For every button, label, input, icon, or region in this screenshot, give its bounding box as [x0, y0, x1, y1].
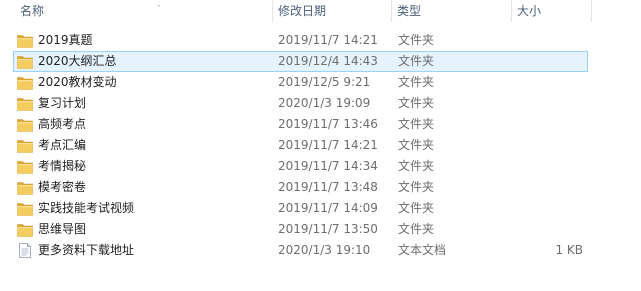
file-modified-date: 2020/1/3 19:09: [278, 96, 371, 110]
file-name: 2019真题: [38, 33, 93, 47]
file-modified-date: 2019/11/7 13:48: [278, 180, 378, 194]
folder-icon: [17, 33, 33, 48]
file-size: [520, 135, 583, 156]
folder-icon: [17, 180, 33, 195]
row-icon-cell: [17, 30, 35, 51]
file-row[interactable]: 考点汇编 2019/11/7 14:21 文件夹: [0, 135, 641, 156]
folder-icon: [17, 138, 33, 153]
folder-icon: [17, 201, 33, 216]
row-icon-cell: [17, 51, 35, 72]
folder-icon: [17, 222, 33, 237]
file-name: 考情揭秘: [38, 159, 87, 173]
file-type: 文件夹: [398, 222, 435, 236]
row-icon-cell: [17, 177, 35, 198]
file-modified-date: 2019/11/7 14:21: [278, 33, 378, 47]
file-size: 1 KB: [555, 243, 583, 257]
file-modified-date: 2019/11/7 13:46: [278, 117, 378, 131]
sort-arrow-icon: ⌃: [156, 4, 162, 12]
file-size: [520, 72, 583, 93]
text-file-icon: [17, 243, 33, 258]
file-size: [520, 198, 583, 219]
row-icon-cell: [17, 72, 35, 93]
row-icon-cell: [17, 198, 35, 219]
column-header-name[interactable]: 名称 ⌃: [14, 0, 272, 22]
file-type: 文件夹: [398, 159, 435, 173]
file-size: [520, 93, 583, 114]
file-name: 复习计划: [38, 96, 87, 110]
file-size: [520, 30, 583, 51]
folder-icon: [17, 75, 33, 90]
column-header-size[interactable]: 大小: [511, 0, 591, 22]
file-modified-date: 2019/11/7 14:09: [278, 201, 378, 215]
file-type: 文件夹: [398, 75, 435, 89]
file-size: [520, 219, 583, 240]
file-row[interactable]: 考情揭秘 2019/11/7 14:34 文件夹: [0, 156, 641, 177]
file-modified-date: 2019/12/4 14:43: [278, 54, 378, 68]
row-icon-cell: [17, 240, 35, 261]
file-type: 文件夹: [398, 138, 435, 152]
row-icon-cell: [17, 114, 35, 135]
file-size: [520, 114, 583, 135]
column-divider[interactable]: [591, 0, 592, 22]
column-header: 名称 ⌃ 修改日期 类型 大小: [0, 0, 641, 22]
file-type: 文件夹: [398, 96, 435, 110]
column-header-date-label: 修改日期: [278, 4, 327, 18]
row-icon-cell: [17, 219, 35, 240]
file-name: 2020大纲汇总: [38, 54, 117, 68]
file-name: 高频考点: [38, 117, 87, 131]
file-name: 思维导图: [38, 222, 87, 236]
file-row[interactable]: 思维导图 2019/11/7 13:50 文件夹: [0, 219, 641, 240]
file-row[interactable]: 实践技能考试视频 2019/11/7 14:09 文件夹: [0, 198, 641, 219]
row-icon-cell: [17, 93, 35, 114]
file-row[interactable]: 2019真题 2019/11/7 14:21 文件夹: [0, 30, 641, 51]
row-icon-cell: [17, 135, 35, 156]
folder-icon: [17, 117, 33, 132]
file-modified-date: 2020/1/3 19:10: [278, 243, 371, 257]
file-type: 文件夹: [398, 54, 435, 68]
column-header-size-label: 大小: [517, 4, 542, 18]
file-type: 文本文档: [398, 243, 447, 257]
file-name: 2020教材变动: [38, 75, 117, 89]
file-type: 文件夹: [398, 33, 435, 47]
file-name: 考点汇编: [38, 138, 87, 152]
file-list: 2019真题 2019/11/7 14:21 文件夹 2020大纲汇总 2019…: [0, 30, 641, 261]
file-row[interactable]: 2020教材变动 2019/12/5 9:21 文件夹: [0, 72, 641, 93]
file-row[interactable]: 高频考点 2019/11/7 13:46 文件夹: [0, 114, 641, 135]
file-type: 文件夹: [398, 117, 435, 131]
file-name: 模考密卷: [38, 180, 87, 194]
folder-icon: [17, 159, 33, 174]
file-row[interactable]: 复习计划 2020/1/3 19:09 文件夹: [0, 93, 641, 114]
file-type: 文件夹: [398, 180, 435, 194]
file-type: 文件夹: [398, 201, 435, 215]
folder-icon: [17, 96, 33, 111]
column-header-date[interactable]: 修改日期: [272, 0, 391, 22]
column-header-type[interactable]: 类型: [391, 0, 511, 22]
row-icon-cell: [17, 156, 35, 177]
file-explorer: 名称 ⌃ 修改日期 类型 大小 2019真题 2019/11/7 14:21 文…: [0, 0, 641, 291]
file-modified-date: 2019/12/5 9:21: [278, 75, 371, 89]
file-size: [520, 177, 583, 198]
file-modified-date: 2019/11/7 14:21: [278, 138, 378, 152]
file-name: 更多资料下载地址: [38, 243, 135, 257]
column-header-type-label: 类型: [397, 4, 422, 18]
file-name: 实践技能考试视频: [38, 201, 135, 215]
file-row[interactable]: 模考密卷 2019/11/7 13:48 文件夹: [0, 177, 641, 198]
file-row[interactable]: 更多资料下载地址 2020/1/3 19:10 文本文档 1 KB: [0, 240, 641, 261]
file-size: [520, 156, 583, 177]
folder-icon: [17, 54, 33, 69]
file-modified-date: 2019/11/7 14:34: [278, 159, 378, 173]
file-modified-date: 2019/11/7 13:50: [278, 222, 378, 236]
column-header-name-label: 名称: [20, 4, 45, 18]
file-size: [520, 51, 583, 72]
file-row-selected[interactable]: 2020大纲汇总 2019/12/4 14:43 文件夹: [0, 51, 641, 72]
